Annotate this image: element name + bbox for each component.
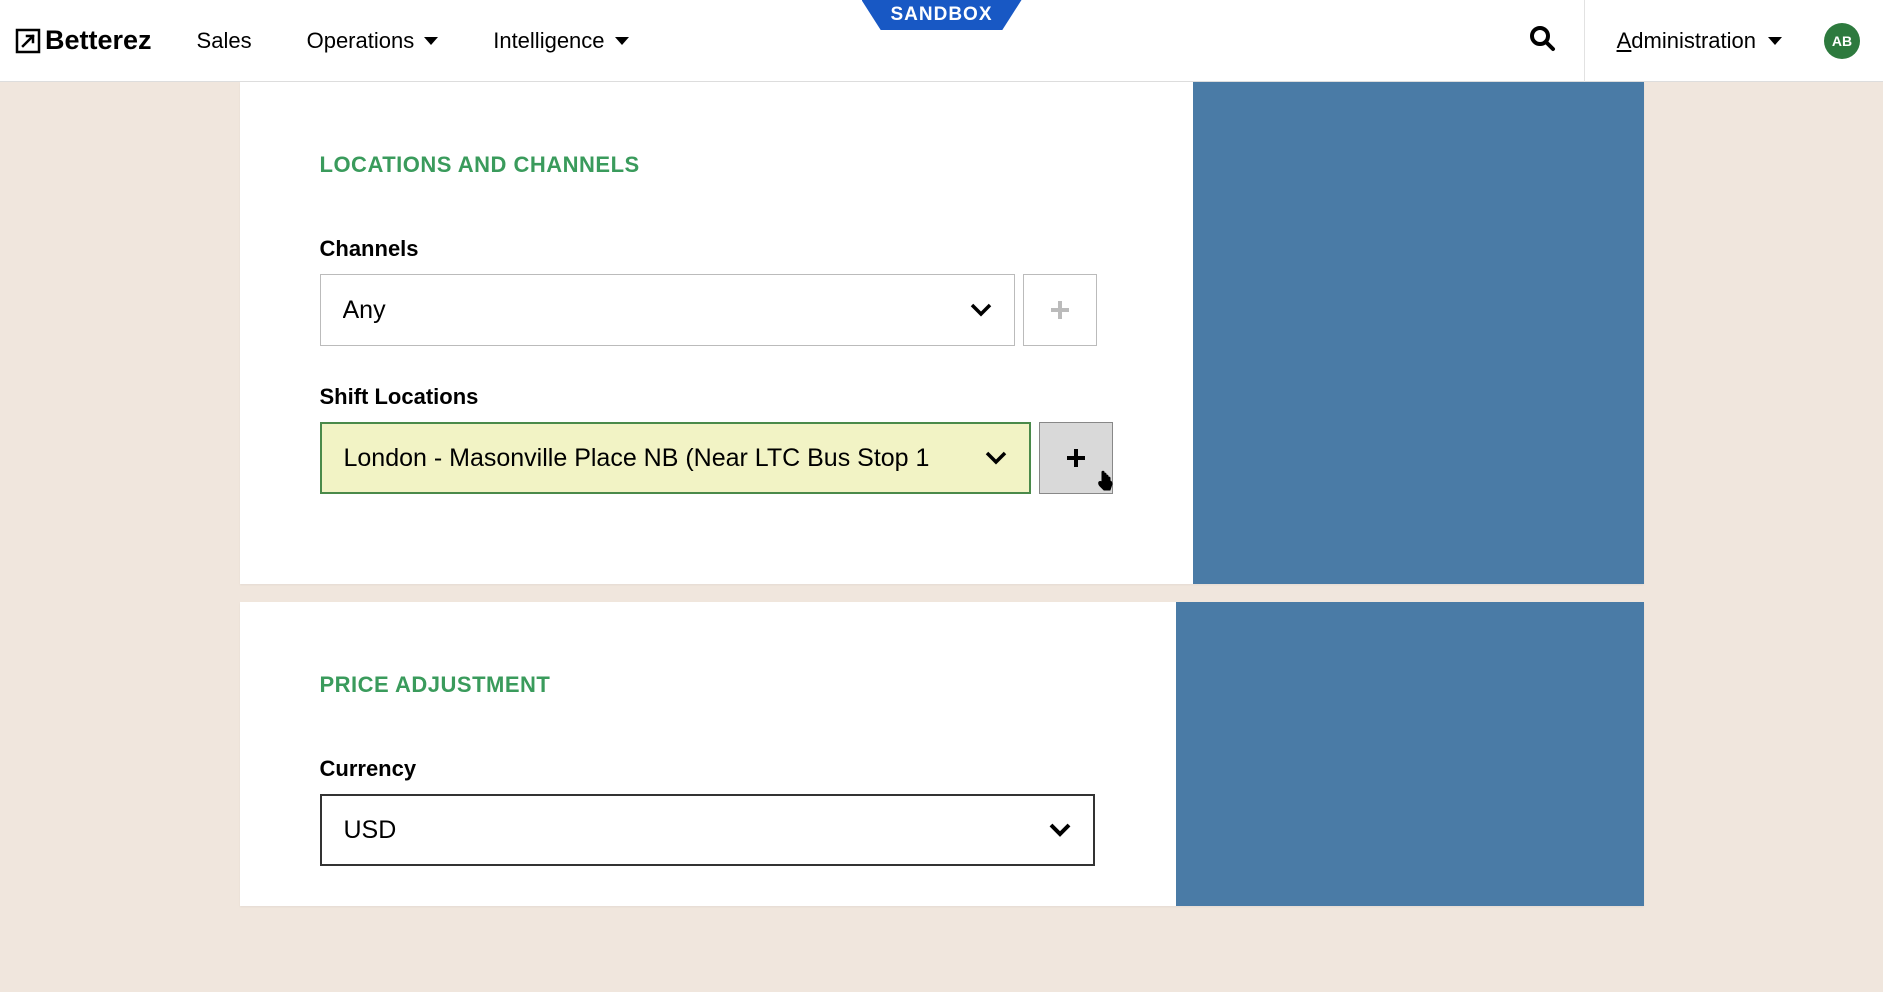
header-right: Administration AB bbox=[1500, 0, 1868, 82]
locations-channels-card: LOCATIONS AND CHANNELS Channels Any bbox=[240, 82, 1644, 584]
nav-sales[interactable]: Sales bbox=[197, 28, 252, 54]
chevron-down-icon bbox=[1049, 823, 1071, 837]
admin-label: Administration bbox=[1617, 28, 1756, 54]
section-title-price: PRICE ADJUSTMENT bbox=[320, 672, 1096, 698]
logo-arrow-icon bbox=[15, 28, 41, 54]
shift-locations-label: Shift Locations bbox=[320, 384, 1113, 410]
currency-value: USD bbox=[344, 816, 1049, 845]
add-shift-location-button[interactable] bbox=[1039, 422, 1113, 494]
page-content: LOCATIONS AND CHANNELS Channels Any bbox=[0, 82, 1883, 906]
chevron-down-icon bbox=[970, 303, 992, 317]
brand-logo[interactable]: Betterez bbox=[15, 25, 152, 56]
cursor-pointer-icon bbox=[1096, 470, 1114, 497]
chevron-down-icon bbox=[985, 451, 1007, 465]
nav-operations[interactable]: Operations bbox=[307, 28, 439, 54]
avatar-initials: AB bbox=[1832, 33, 1852, 49]
sandbox-banner: SANDBOX bbox=[862, 0, 1022, 30]
chevron-down-icon bbox=[615, 37, 629, 45]
top-header: Betterez Sales Operations Intelligence S… bbox=[0, 0, 1883, 82]
sandbox-label: SANDBOX bbox=[890, 4, 992, 25]
currency-label: Currency bbox=[320, 756, 1096, 782]
shift-locations-select[interactable]: London - Masonville Place NB (Near LTC B… bbox=[320, 422, 1031, 494]
currency-select[interactable]: USD bbox=[320, 794, 1095, 866]
add-channel-button[interactable] bbox=[1023, 274, 1097, 346]
search-icon[interactable] bbox=[1500, 24, 1584, 57]
card-side-panel bbox=[1176, 602, 1644, 906]
nav-intelligence-label: Intelligence bbox=[493, 28, 604, 54]
channels-label: Channels bbox=[320, 236, 1113, 262]
nav-operations-label: Operations bbox=[307, 28, 415, 54]
avatar[interactable]: AB bbox=[1824, 23, 1860, 59]
section-title-locations: LOCATIONS AND CHANNELS bbox=[320, 152, 1113, 178]
price-adjustment-card: PRICE ADJUSTMENT Currency USD bbox=[240, 602, 1644, 906]
card-body: LOCATIONS AND CHANNELS Channels Any bbox=[240, 82, 1193, 584]
channels-value: Any bbox=[343, 296, 970, 325]
shift-locations-value: London - Masonville Place NB (Near LTC B… bbox=[344, 444, 985, 473]
channels-select[interactable]: Any bbox=[320, 274, 1015, 346]
nav-intelligence[interactable]: Intelligence bbox=[493, 28, 628, 54]
card-side-panel bbox=[1193, 82, 1644, 584]
chevron-down-icon bbox=[1768, 37, 1782, 45]
nav-administration[interactable]: Administration bbox=[1585, 28, 1814, 54]
currency-field: Currency USD bbox=[320, 756, 1096, 866]
brand-name: Betterez bbox=[45, 25, 152, 56]
chevron-down-icon bbox=[424, 37, 438, 45]
nav-sales-label: Sales bbox=[197, 28, 252, 54]
channels-field: Channels Any bbox=[320, 236, 1113, 346]
card-body: PRICE ADJUSTMENT Currency USD bbox=[240, 602, 1176, 906]
main-nav: Sales Operations Intelligence bbox=[197, 28, 629, 54]
shift-locations-field: Shift Locations London - Masonville Plac… bbox=[320, 384, 1113, 494]
